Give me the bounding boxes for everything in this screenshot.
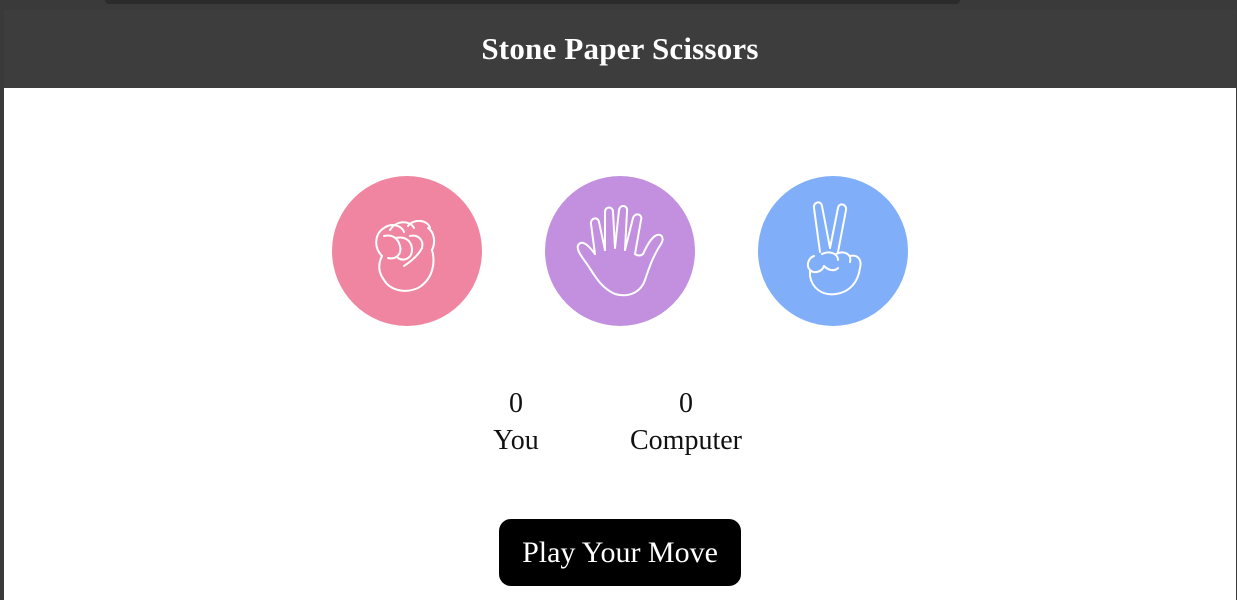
score-computer-label: Computer: [630, 425, 742, 456]
fist-icon: [375, 220, 436, 292]
page-title: Stone Paper Scissors: [481, 31, 759, 66]
app-header: Stone Paper Scissors: [4, 10, 1236, 88]
choice-paper[interactable]: [545, 176, 695, 326]
choice-scissors[interactable]: [758, 176, 908, 326]
choice-stone[interactable]: [332, 176, 482, 326]
open-hand-icon: [576, 205, 664, 297]
score-computer-value: 0: [679, 388, 693, 419]
play-move-button[interactable]: Play Your Move: [499, 519, 741, 586]
score-you-value: 0: [509, 388, 523, 419]
peace-sign-icon: [806, 201, 862, 296]
score-you-label: You: [493, 425, 539, 456]
app-window: Stone Paper Scissors 0 You 0 Computer Pl…: [0, 0, 1237, 600]
score-you: 0 You: [474, 385, 558, 459]
game-area: 0 You 0 Computer Play Your Move: [4, 88, 1236, 600]
score-computer: 0 Computer: [606, 385, 766, 459]
top-strip: [105, 0, 960, 4]
